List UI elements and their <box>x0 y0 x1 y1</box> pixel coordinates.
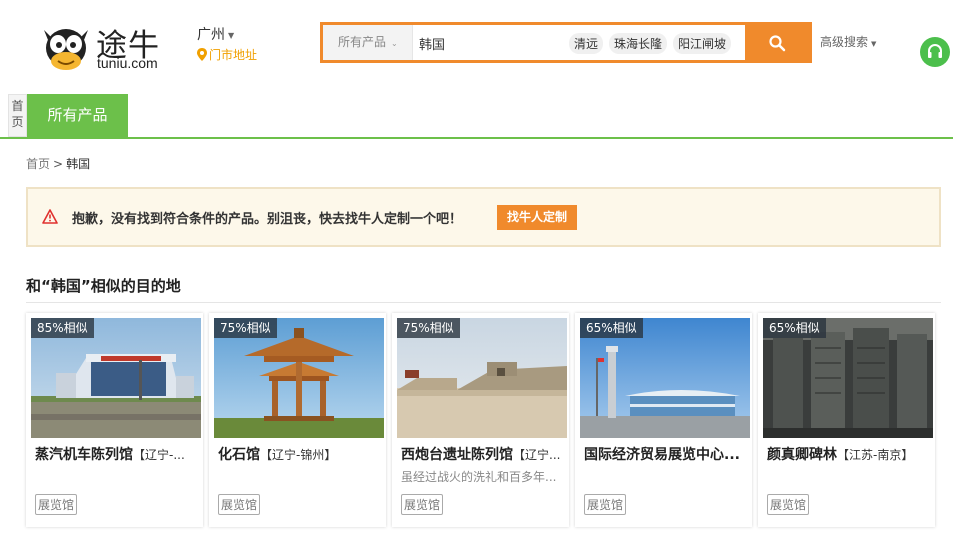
similarity-badge: 85%相似 <box>31 318 94 338</box>
breadcrumb-separator: > <box>53 157 64 171</box>
hot-tag[interactable]: 清远 <box>569 33 604 54</box>
hot-search-tags: 清远 珠海长隆 阳江闸坡 <box>569 33 732 54</box>
tuniu-logo[interactable]: 途牛 tuniu.com <box>38 18 168 76</box>
chevron-down-icon: ⌄ <box>391 39 398 48</box>
destination-card[interactable]: 75%相似 化石馆【辽宁-锦州】 展览馆 <box>209 313 386 527</box>
destination-name: 西炮台遗址陈列馆 <box>401 447 513 463</box>
location-pin-icon <box>197 48 207 61</box>
destination-region: 【辽宁-锦州】 <box>260 448 337 462</box>
destination-title: 化石馆【辽宁-锦州】 <box>218 444 383 464</box>
cow-logo-icon <box>44 29 88 70</box>
search-icon <box>769 34 786 51</box>
destination-region: 【江苏-南京】 <box>837 448 914 462</box>
advanced-search-link[interactable]: 高级搜索 ▼ <box>820 33 876 50</box>
destination-card[interactable]: 65%相似 国际经济贸易展览中心... 展览馆 <box>575 313 752 527</box>
category-tag: 展览馆 <box>35 494 78 515</box>
search-category-dropdown[interactable]: 所有产品 ⌄ <box>323 25 413 60</box>
headset-icon <box>928 44 942 58</box>
caret-down-icon: ▼ <box>871 40 877 48</box>
destination-title: 蒸汽机车陈列馆【辽宁-... <box>35 444 200 464</box>
category-tag: 展览馆 <box>218 494 261 515</box>
search-category-label: 所有产品 <box>338 35 387 49</box>
destination-card[interactable]: 85%相似 蒸汽机车陈列馆【辽宁-... 展览馆 <box>26 313 203 527</box>
brand-domain: tuniu.com <box>97 55 158 71</box>
customer-service-button[interactable] <box>920 37 950 67</box>
nav-all-products-tab[interactable]: 所有产品 <box>27 94 128 137</box>
caret-down-icon: ▼ <box>228 30 235 40</box>
category-tag: 展览馆 <box>401 494 444 515</box>
similarity-badge: 65%相似 <box>580 318 643 338</box>
destination-title: 颜真卿碑林【江苏-南京】 <box>767 444 932 464</box>
search-bar: 所有产品 ⌄ 清远 珠海长隆 阳江闸坡 <box>320 22 812 63</box>
destination-card[interactable]: 65%相似 颜真卿碑林【江苏-南京】 展览馆 <box>758 313 935 527</box>
nav-home-tab[interactable]: 首页 <box>8 94 27 137</box>
search-input[interactable] <box>419 32 559 54</box>
destination-name: 国际经济贸易展览中心... <box>584 447 740 463</box>
destination-title: 国际经济贸易展览中心... <box>584 444 749 464</box>
destination-name: 化石馆 <box>218 447 260 463</box>
similarity-badge: 75%相似 <box>214 318 277 338</box>
breadcrumb: 首页 > 韩国 <box>26 155 90 172</box>
destination-description: 虽经过战火的洗礼和百多年... <box>401 470 557 484</box>
destination-card[interactable]: 75%相似 西炮台遗址陈列馆【辽宁... 虽经过战火的洗礼和百多年... 展览馆 <box>392 313 569 527</box>
category-tag: 展览馆 <box>767 494 810 515</box>
hot-tag[interactable]: 珠海长隆 <box>609 33 668 54</box>
destination-region: 【辽宁-... <box>133 448 185 462</box>
city-name: 广州 <box>197 27 225 43</box>
search-button[interactable] <box>745 25 809 60</box>
destination-name: 蒸汽机车陈列馆 <box>35 447 133 463</box>
warning-icon <box>42 209 58 224</box>
custom-trip-button[interactable]: 找牛人定制 <box>497 205 577 230</box>
breadcrumb-home[interactable]: 首页 <box>26 157 50 171</box>
store-address-label: 门市地址 <box>209 48 258 62</box>
destination-name: 颜真卿碑林 <box>767 447 837 463</box>
hot-tag[interactable]: 阳江闸坡 <box>673 33 732 54</box>
similarity-badge: 75%相似 <box>397 318 460 338</box>
main-nav: 首页 所有产品 <box>0 94 953 139</box>
store-address-link[interactable]: 门市地址 <box>197 46 257 63</box>
city-selector[interactable]: 广州 ▼ <box>197 24 234 44</box>
similarity-badge: 65%相似 <box>763 318 826 338</box>
no-results-notice: 抱歉，没有找到符合条件的产品。别沮丧，快去找牛人定制一个吧！ 找牛人定制 <box>26 187 941 247</box>
advanced-search-label: 高级搜索 <box>820 35 869 49</box>
destination-title: 西炮台遗址陈列馆【辽宁... <box>401 444 566 464</box>
category-tag: 展览馆 <box>584 494 627 515</box>
breadcrumb-current: 韩国 <box>66 157 91 171</box>
destination-region: 【辽宁... <box>513 448 561 462</box>
section-divider <box>26 302 941 303</box>
notice-message: 抱歉，没有找到符合条件的产品。别沮丧，快去找牛人定制一个吧！ <box>72 212 463 227</box>
similar-destinations-title: 和“韩国”相似的目的地 <box>26 277 181 295</box>
